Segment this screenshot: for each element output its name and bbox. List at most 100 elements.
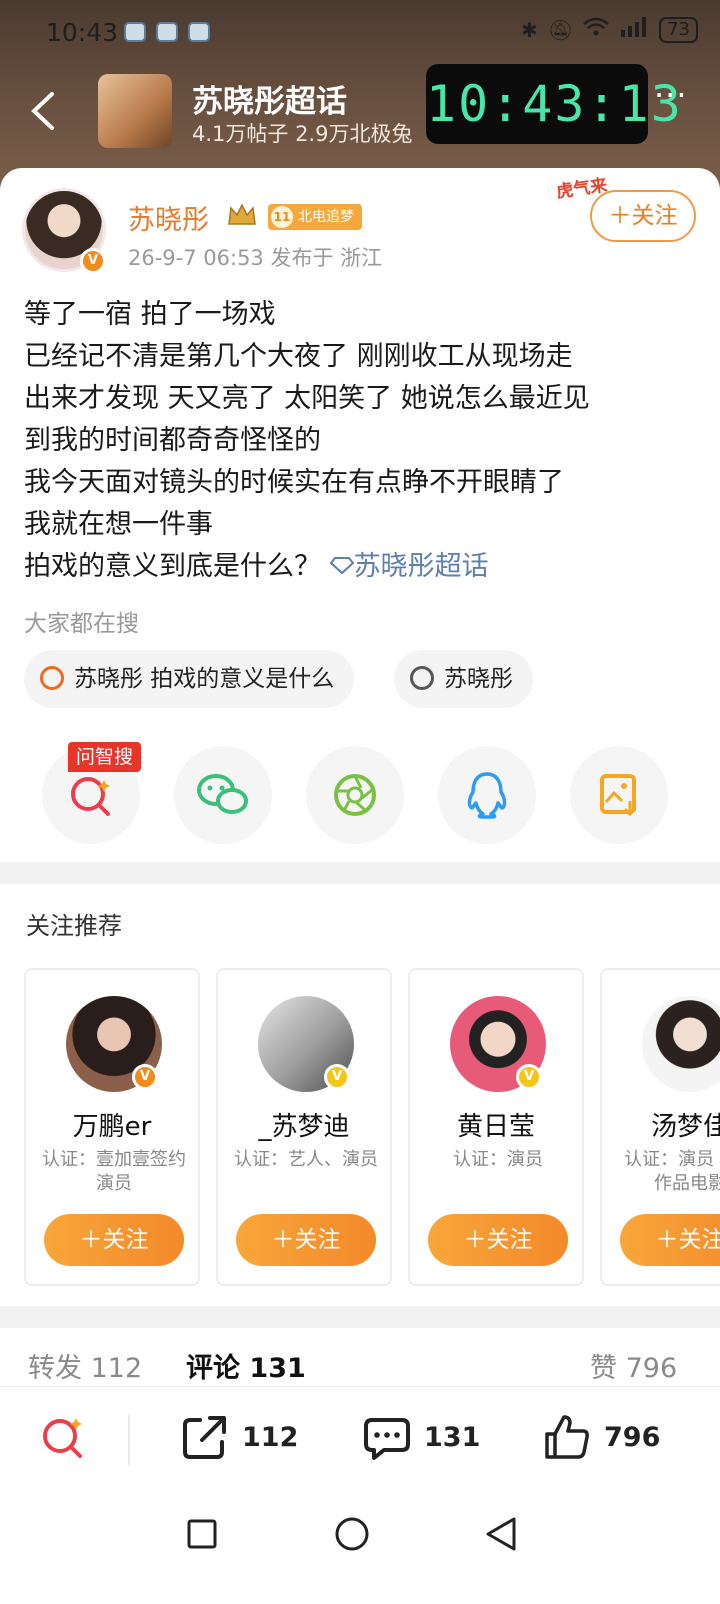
back-arrow-icon[interactable]	[24, 86, 64, 136]
recent-apps-icon[interactable]	[186, 1518, 218, 1550]
floating-clock-overlay: 10:43:13	[426, 64, 681, 144]
tab-count: 131	[249, 1353, 306, 1384]
post-body: 等了一宿 拍了一场戏 已经记不清是第几个大夜了 刚刚收工从现场走 出来才发现 天…	[24, 294, 704, 588]
supertopic-stats: 4.1万帖子 2.9万北极兔	[192, 122, 413, 146]
tab-count: 796	[625, 1353, 678, 1384]
search-chip[interactable]: 苏晓彤	[394, 650, 533, 708]
bluetooth-icon: ✱	[520, 17, 538, 42]
level-badge-icon: 11	[271, 206, 293, 228]
tab-likes[interactable]: 赞 796	[590, 1346, 677, 1385]
tab-repost[interactable]: 转发 112	[28, 1346, 142, 1385]
more-menu-icon[interactable]: ···	[654, 76, 688, 114]
recommend-title: 关注推荐	[26, 912, 122, 940]
save-image-icon	[600, 774, 637, 817]
recommend-desc: 认证：艺人、演员	[234, 1149, 378, 1170]
trending-search-label: 大家都在搜	[24, 611, 139, 637]
section-divider	[0, 1306, 720, 1328]
search-icon	[410, 666, 434, 690]
notification-icon	[188, 22, 210, 42]
share-wechat-button[interactable]	[174, 746, 272, 844]
action-bar: 112 131 796	[0, 1386, 720, 1496]
post-line: 等了一宿 拍了一场戏	[24, 299, 276, 330]
verified-badge-icon: V	[516, 1064, 542, 1090]
status-right: ✱ 🔕︎ 73	[521, 16, 698, 43]
wifi-icon	[583, 17, 609, 42]
verified-badge-icon: V	[324, 1064, 350, 1090]
supertopic-link-label: 苏晓彤超话	[353, 551, 489, 582]
post-card: V 苏晓彤 11 北电追梦 26-9-7 06:53 发布于 浙江 虎气来 ＋关…	[0, 168, 720, 1604]
notification-icon	[124, 22, 146, 42]
tab-label: 赞	[590, 1353, 617, 1384]
author-name[interactable]: 苏晓彤	[128, 198, 209, 237]
supertopic-avatar[interactable]	[98, 74, 172, 148]
recommend-follow-button[interactable]: ＋关注	[236, 1214, 376, 1266]
status-bar: 10:43 ✱ 🔕︎ 73	[0, 0, 720, 64]
share-icon	[183, 1416, 226, 1459]
tab-comments[interactable]: 评论 131	[186, 1346, 306, 1385]
section-divider	[0, 862, 720, 884]
search-chip-label: 苏晓彤	[444, 666, 513, 692]
post-meta: 26-9-7 06:53 发布于 浙江	[128, 246, 383, 270]
qq-icon	[467, 772, 507, 819]
post-line: 我就在想一件事	[24, 509, 213, 540]
crown-icon	[226, 202, 258, 230]
recommend-desc: 认证：壹加壹签约演员	[42, 1149, 186, 1194]
moments-icon	[334, 774, 376, 816]
recommend-name[interactable]: 汤梦佳	[602, 1106, 720, 1143]
recommend-avatar[interactable]	[642, 996, 720, 1092]
share-action[interactable]: 112	[180, 1407, 298, 1467]
ask-search-label: 问智搜	[68, 742, 142, 772]
ask-search-action[interactable]	[38, 1407, 88, 1467]
share-qq-button[interactable]	[438, 746, 536, 844]
tab-label: 评论	[186, 1353, 240, 1384]
system-nav-bar	[0, 1496, 720, 1604]
post-stats-tabs: 转发 112 评论 131 赞 796	[0, 1340, 720, 1386]
status-time: 10:43	[46, 18, 119, 47]
recommend-follow-button[interactable]: ＋关注	[620, 1214, 720, 1266]
thumbs-up-icon	[545, 1415, 589, 1459]
wechat-icon	[197, 774, 248, 814]
post-line-last: 拍戏的意义到底是什么？ 苏晓彤超话	[24, 546, 704, 588]
search-chip[interactable]: 苏晓彤 拍戏的意义是什么	[24, 650, 355, 708]
fan-tag-label: 北电追梦	[298, 209, 354, 225]
search-chip-label: 苏晓彤 拍戏的意义是什么	[74, 666, 335, 692]
recommend-name[interactable]: _苏梦迪	[218, 1106, 390, 1143]
recommend-card[interactable]: V 黄日莹 认证：演员 ＋关注	[408, 968, 584, 1286]
mute-icon: 🔕︎	[547, 17, 574, 42]
comment-count: 131	[424, 1421, 481, 1453]
tab-label: 转发	[28, 1353, 82, 1384]
tab-count: 112	[90, 1353, 143, 1384]
fan-level-tag[interactable]: 11 北电追梦	[268, 204, 362, 230]
hot-search-icon	[40, 666, 64, 690]
recommend-card[interactable]: V 万鹏er 认证：壹加壹签约演员 ＋关注	[24, 968, 200, 1286]
recommend-follow-button[interactable]: ＋关注	[44, 1214, 184, 1266]
recommend-desc: 认证：演员 代表作品电影	[624, 1149, 720, 1194]
verified-badge-icon: V	[132, 1064, 158, 1090]
battery-indicator: 73	[659, 16, 698, 43]
post-line: 我今天面对镜头的时候实在有点睁不开眼睛了	[24, 467, 564, 498]
diamond-icon	[329, 557, 354, 575]
back-icon[interactable]	[484, 1516, 520, 1552]
share-count: 112	[242, 1421, 299, 1453]
recommend-card[interactable]: 汤梦佳 认证：演员 代表作品电影 ＋关注	[600, 968, 720, 1286]
recommend-follow-button[interactable]: ＋关注	[428, 1214, 568, 1266]
like-count: 796	[604, 1421, 661, 1453]
recommend-name[interactable]: 万鹏er	[26, 1106, 198, 1143]
verified-badge-icon: V	[80, 248, 106, 274]
home-icon[interactable]	[334, 1516, 370, 1552]
signal-icon	[619, 16, 649, 43]
notification-icon	[156, 22, 178, 42]
comment-icon	[364, 1418, 410, 1460]
recommend-card[interactable]: V _苏梦迪 认证：艺人、演员 ＋关注	[216, 968, 392, 1286]
supertopic-link[interactable]: 苏晓彤超话	[329, 551, 489, 582]
recommend-name[interactable]: 黄日莹	[410, 1106, 582, 1143]
supertopic-title: 苏晓彤超话	[192, 84, 347, 120]
like-action[interactable]: 796	[542, 1407, 660, 1467]
post-line: 已经记不清是第几个大夜了 刚刚收工从现场走	[24, 341, 573, 372]
comment-action[interactable]: 131	[362, 1407, 480, 1467]
post-line-text: 拍戏的意义到底是什么？	[24, 551, 321, 582]
ask-search-icon	[43, 1418, 82, 1458]
save-image-button[interactable]	[570, 746, 668, 844]
follow-button[interactable]: ＋关注	[590, 190, 696, 242]
share-moments-button[interactable]	[306, 746, 404, 844]
